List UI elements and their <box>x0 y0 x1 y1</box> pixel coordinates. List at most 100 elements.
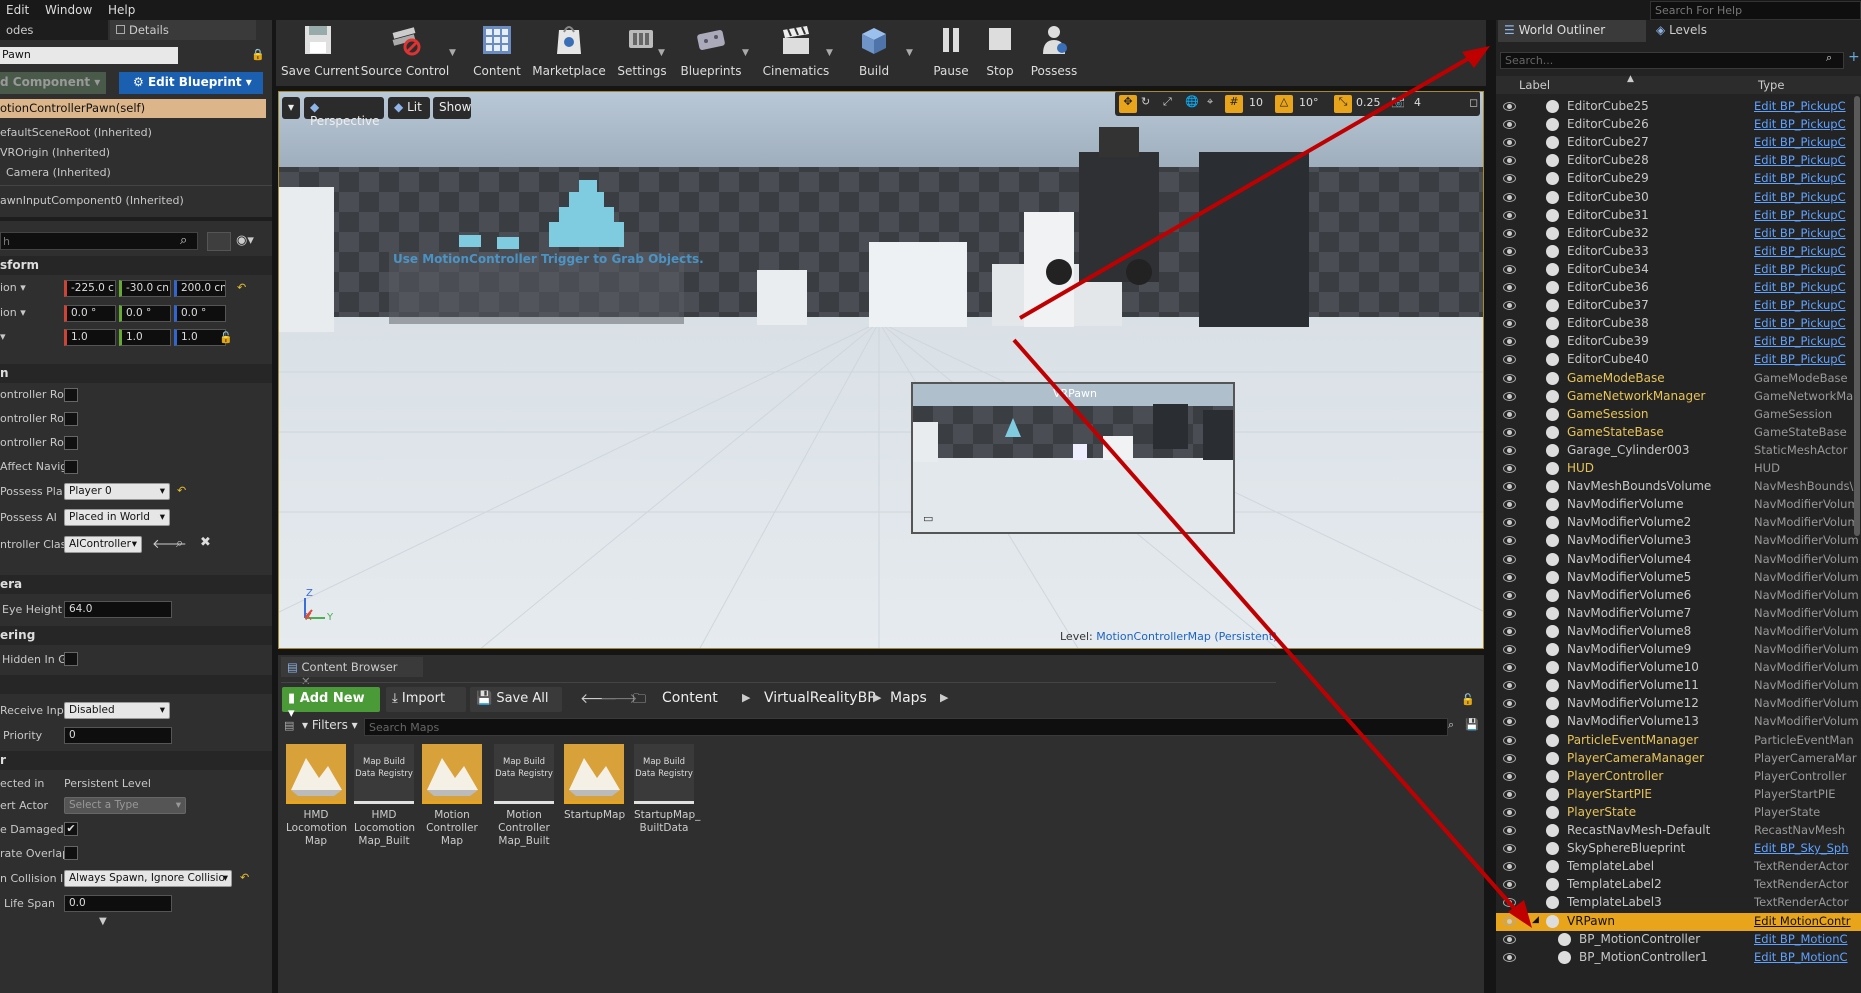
outliner-row[interactable]: GameSession GameSession <box>1496 406 1861 424</box>
asset-tile[interactable]: StartupMap <box>564 744 625 822</box>
perspective-button[interactable]: ◆ Perspective <box>304 97 384 128</box>
visibility-eye-icon[interactable] <box>1503 699 1516 709</box>
outliner-row[interactable]: EditorCube33 Edit BP_PickupC <box>1496 243 1861 261</box>
component-root[interactable]: efaultSceneRoot (Inherited) <box>0 126 152 139</box>
outliner-row-type[interactable]: Edit BP_PickupC <box>1754 153 1861 167</box>
world-space-icon[interactable]: 🌐 <box>1185 95 1199 108</box>
outliner-scrollbar[interactable] <box>1854 96 1860 536</box>
visibility-eye-icon[interactable] <box>1503 337 1516 347</box>
component-input[interactable]: awnInputComponent0 (Inherited) <box>0 194 184 207</box>
section-rendering[interactable]: ering <box>0 626 272 645</box>
outliner-row[interactable]: NavModifierVolume9 NavModifierVolum <box>1496 641 1861 659</box>
outliner-row[interactable]: EditorCube28 Edit BP_PickupC <box>1496 152 1861 170</box>
outliner-row[interactable]: NavModifierVolume5 NavModifierVolum <box>1496 569 1861 587</box>
section-pawn[interactable]: n <box>0 364 272 383</box>
outliner-row[interactable]: EditorCube30 Edit BP_PickupC <box>1496 189 1861 207</box>
rotation-y[interactable]: 0.0 ° <box>119 305 171 322</box>
eye-visibility-icon[interactable]: ◉▾ <box>236 233 254 248</box>
outliner-row[interactable]: NavModifierVolume NavModifierVolum <box>1496 496 1861 514</box>
details-search-input[interactable]: h <box>0 232 198 250</box>
save-current-button[interactable]: Save Current <box>281 20 359 84</box>
visibility-eye-icon[interactable] <box>1503 826 1516 835</box>
chevron-down-icon[interactable]: ▼ <box>449 48 456 58</box>
outliner-row[interactable]: TemplateLabel3 TextRenderActor <box>1496 894 1861 912</box>
tab-content-browser[interactable]: ▤ Content Browser ✕ <box>281 657 423 688</box>
can-affect-navigation-checkbox[interactable] <box>64 460 78 474</box>
translate-icon[interactable]: ✥ <box>1119 95 1137 113</box>
outliner-row-type[interactable]: Edit BP_PickupC <box>1754 190 1861 204</box>
visibility-eye-icon[interactable] <box>1503 500 1516 510</box>
outliner-row[interactable]: EditorCube31 Edit BP_PickupC <box>1496 207 1861 225</box>
visibility-eye-icon[interactable] <box>1503 590 1516 600</box>
outliner-row[interactable]: EditorCube36 Edit BP_PickupC <box>1496 279 1861 297</box>
close-icon[interactable]: ✕ <box>301 674 311 688</box>
column-type[interactable]: Type <box>1758 78 1784 92</box>
chevron-down-icon[interactable]: ▼ <box>658 48 665 58</box>
visibility-eye-icon[interactable] <box>1503 482 1516 492</box>
asset-tile[interactable]: HMD Locomotion Map <box>286 744 347 848</box>
scale-icon[interactable]: ⤢ <box>1163 95 1172 109</box>
outliner-row[interactable]: NavModifierVolume11 NavModifierVolum <box>1496 677 1861 695</box>
outliner-row-type[interactable]: Edit BP_PickupC <box>1754 298 1861 312</box>
sources-toggle-icon[interactable]: ▤ <box>284 719 294 732</box>
asset-tile[interactable]: Map Build Data Registry HMD Locomotion M… <box>354 744 415 848</box>
outliner-row-type[interactable]: Edit BP_PickupC <box>1754 117 1861 131</box>
visibility-eye-icon[interactable] <box>1503 102 1516 111</box>
scale-snap-icon[interactable]: ⤡ <box>1334 95 1352 113</box>
marketplace-button[interactable]: Marketplace <box>528 20 610 84</box>
outliner-row-type[interactable]: Edit BP_PickupC <box>1754 280 1861 294</box>
path-content[interactable]: Content <box>662 690 718 706</box>
stop-button[interactable]: Stop <box>976 20 1024 84</box>
camera-speed-icon[interactable]: 📷 <box>1391 95 1405 108</box>
browse-search-icon[interactable]: ⌕ <box>176 536 183 551</box>
section-transform[interactable]: sform <box>0 256 272 275</box>
visibility-eye-icon[interactable] <box>1503 934 1516 944</box>
scale-lock-icon[interactable]: 🔓 <box>219 331 233 344</box>
outliner-row[interactable]: NavModifierVolume10 NavModifierVolum <box>1496 659 1861 677</box>
location-z[interactable]: 200.0 cn <box>174 280 226 297</box>
save-all-button[interactable]: 💾 Save All <box>470 687 562 712</box>
life-span-field[interactable]: 0.0 <box>64 895 172 912</box>
outliner-row[interactable]: EditorCube26 Edit BP_PickupC <box>1496 116 1861 134</box>
surface-snap-icon[interactable]: ⌖ <box>1207 95 1213 109</box>
actor-name-field[interactable]: Pawn <box>0 47 178 64</box>
outliner-row[interactable]: NavModifierVolume3 NavModifierVolum <box>1496 532 1861 550</box>
rotation-snap-value[interactable]: 10° <box>1299 96 1319 109</box>
outliner-row[interactable]: NavModifierVolume6 NavModifierVolum <box>1496 587 1861 605</box>
outliner-row[interactable]: PlayerState PlayerState <box>1496 804 1861 822</box>
visibility-eye-icon[interactable] <box>1503 753 1516 763</box>
component-camera[interactable]: Camera (Inherited) <box>6 166 111 179</box>
forward-arrow-icon[interactable]: 🡒 <box>600 690 638 707</box>
visibility-eye-icon[interactable] <box>1503 626 1516 636</box>
outliner-row[interactable]: Garage_Cylinder003 StaticMeshActor <box>1496 442 1861 460</box>
level-viewport[interactable]: Use MotionController Trigger to Grab Obj… <box>278 91 1484 649</box>
outliner-row-type[interactable]: Edit BP_MotionC <box>1754 950 1861 964</box>
visibility-eye-icon[interactable] <box>1503 880 1516 890</box>
outliner-row[interactable]: BP_MotionController1 Edit BP_MotionC <box>1496 949 1861 967</box>
outliner-row-type[interactable]: Edit BP_PickupC <box>1754 316 1861 330</box>
outliner-row-type[interactable]: Edit BP_PickupC <box>1754 352 1861 366</box>
help-search-input[interactable]: Search For Help <box>1650 1 1861 20</box>
visibility-eye-icon[interactable] <box>1503 862 1516 872</box>
hidden-in-game-checkbox[interactable] <box>64 652 78 666</box>
outliner-row[interactable]: NavMeshBoundsVolume NavMeshBounds\ <box>1496 478 1861 496</box>
expand-advanced-icon[interactable]: ▼ <box>99 916 107 927</box>
visibility-eye-icon[interactable] <box>1503 645 1516 654</box>
visibility-eye-icon[interactable] <box>1503 355 1516 365</box>
scale-y[interactable]: 1.0 <box>119 329 171 346</box>
section-actor[interactable]: r <box>0 751 272 770</box>
visibility-eye-icon[interactable] <box>1503 807 1516 817</box>
view-options-icon[interactable] <box>207 232 231 251</box>
visibility-eye-icon[interactable] <box>1503 246 1516 256</box>
add-component-button[interactable]: d Component ▾ <box>0 72 106 94</box>
grid-snap-value[interactable]: 10 <box>1249 96 1263 109</box>
chevron-down-icon[interactable]: ▼ <box>906 48 913 58</box>
tab-levels[interactable]: ◈ Levels <box>1650 20 1790 42</box>
outliner-row[interactable]: PlayerController PlayerController <box>1496 768 1861 786</box>
path-virtualrealitybp[interactable]: VirtualRealityBP <box>764 690 876 706</box>
edit-blueprint-button[interactable]: ⚙ Edit Blueprint ▾ <box>119 72 263 94</box>
lit-button[interactable]: ◆ Lit <box>388 97 430 119</box>
outliner-row-type[interactable]: Edit BP_PickupC <box>1754 226 1861 240</box>
component-vrorigin[interactable]: VROrigin (Inherited) <box>0 146 110 159</box>
column-label[interactable]: Label <box>1519 78 1550 92</box>
